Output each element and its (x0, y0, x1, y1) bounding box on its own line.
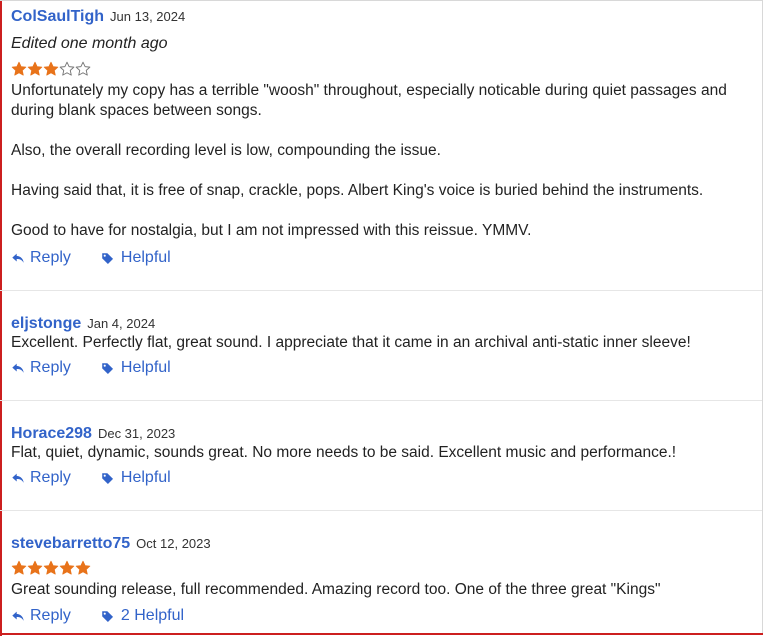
star-icon (43, 560, 59, 576)
star-empty-icon (75, 61, 91, 77)
edited-note: Edited one month ago (11, 35, 168, 52)
review-actions: Reply Helpful (11, 249, 171, 267)
star-icon (43, 61, 59, 77)
review-date: Jun 13, 2024 (110, 9, 186, 24)
review-paragraph: Having said that, it is free of snap, cr… (11, 182, 704, 199)
reviews-panel: ColSaulTigh Jun 13, 2024 Edited one mont… (0, 0, 763, 636)
review-item: eljstonge Jan 4, 2024 Excellent. Perfect… (0, 291, 762, 401)
review-date: Oct 12, 2023 (136, 536, 211, 551)
star-icon (27, 61, 43, 77)
review-body: Unfortunately my copy has a terrible "wo… (11, 81, 751, 241)
review-text: Great sounding release, full recommended… (11, 581, 661, 598)
reply-label: Reply (30, 249, 71, 266)
star-empty-icon (59, 61, 75, 77)
review-date: Dec 31, 2023 (97, 426, 176, 441)
review-username[interactable]: stevebarretto75 (11, 535, 130, 553)
helpful-label: Helpful (120, 469, 171, 486)
review-date: Jan 4, 2024 (87, 316, 156, 331)
helpful-button[interactable]: Helpful (101, 359, 171, 377)
review-item: stevebarretto75 Oct 12, 2023 Great sound… (0, 511, 762, 635)
star-rating (11, 560, 91, 576)
review-text: Excellent. Perfectly flat, great sound. … (11, 334, 691, 351)
reply-button[interactable]: Reply (11, 249, 71, 267)
review-text: Flat, quiet, dynamic, sounds great. No m… (11, 444, 677, 461)
star-icon (27, 560, 43, 576)
star-icon (11, 560, 27, 576)
reply-button[interactable]: Reply (11, 469, 71, 487)
review-item: ColSaulTigh Jun 13, 2024 Edited one mont… (0, 1, 762, 291)
tag-icon (101, 252, 114, 265)
review-paragraph: Unfortunately my copy has a terrible "wo… (11, 82, 727, 119)
reply-label: Reply (30, 607, 71, 624)
review-username[interactable]: eljstonge (11, 315, 81, 333)
tag-icon (101, 472, 114, 485)
reply-label: Reply (30, 359, 71, 376)
review-actions: Reply Helpful (11, 359, 171, 377)
helpful-button[interactable]: 2 Helpful (101, 607, 184, 625)
reply-icon (11, 609, 25, 623)
review-actions: Reply 2 Helpful (11, 607, 184, 625)
review-item: Horace298 Dec 31, 2023 Flat, quiet, dyna… (0, 401, 762, 511)
review-paragraph: Also, the overall recording level is low… (11, 142, 441, 159)
tag-icon (101, 610, 114, 623)
star-icon (75, 560, 91, 576)
reply-button[interactable]: Reply (11, 607, 71, 625)
review-paragraph: Good to have for nostalgia, but I am not… (11, 222, 532, 239)
reply-icon (11, 471, 25, 485)
helpful-label: Helpful (120, 359, 171, 376)
star-icon (11, 61, 27, 77)
review-username[interactable]: Horace298 (11, 425, 92, 443)
star-rating (11, 61, 91, 77)
helpful-label: 2 Helpful (120, 607, 185, 624)
tag-icon (101, 362, 114, 375)
star-icon (59, 560, 75, 576)
reply-label: Reply (30, 469, 71, 486)
helpful-label: Helpful (120, 249, 171, 266)
reply-icon (11, 251, 25, 265)
helpful-button[interactable]: Helpful (101, 469, 171, 487)
reply-button[interactable]: Reply (11, 359, 71, 377)
reply-icon (11, 361, 25, 375)
helpful-button[interactable]: Helpful (101, 249, 171, 267)
review-username[interactable]: ColSaulTigh (11, 8, 104, 26)
review-actions: Reply Helpful (11, 469, 171, 487)
